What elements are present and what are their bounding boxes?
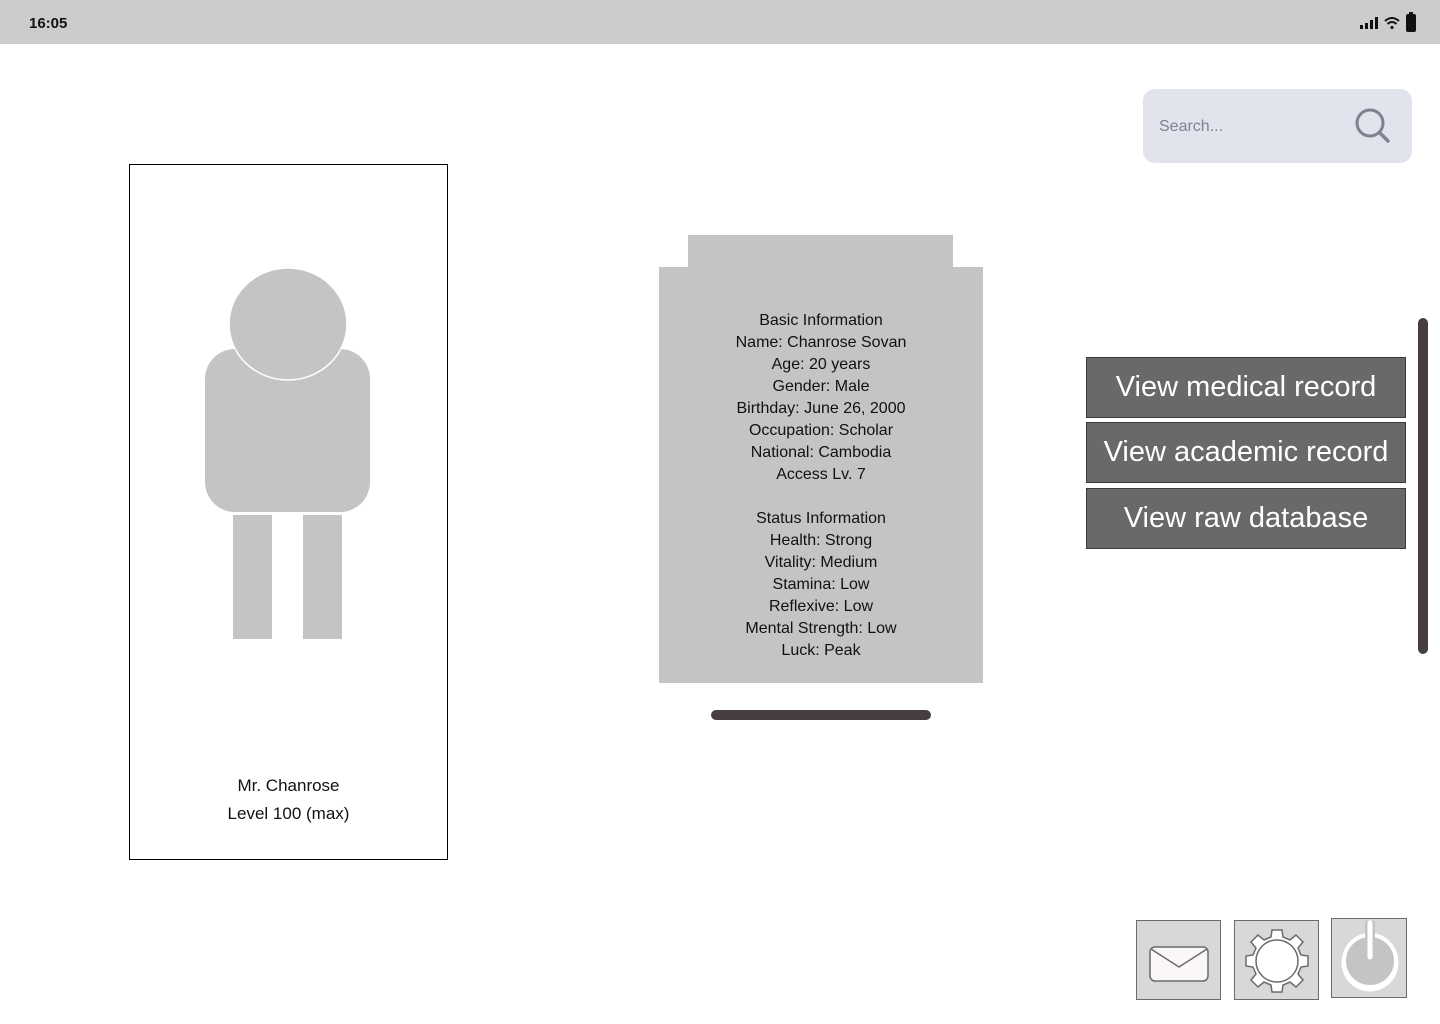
battery-icon	[1406, 12, 1416, 37]
info-spacer	[659, 486, 983, 508]
info-name: Name: Chanrose Sovan	[735, 334, 907, 351]
status-info-title: Status Information	[756, 510, 886, 527]
person-silhouette-icon	[205, 267, 370, 640]
status-icons	[1360, 12, 1416, 37]
info-lines: Basic Information Name: Chanrose Sovan A…	[659, 310, 983, 662]
signal-icon	[1360, 16, 1378, 34]
mail-button[interactable]	[1136, 920, 1221, 1000]
power-button[interactable]	[1331, 918, 1407, 998]
power-icon	[1341, 920, 1399, 992]
info-national: National: Cambodia	[750, 444, 892, 461]
info-occupation: Occupation: Scholar	[748, 422, 894, 439]
status-stamina: Stamina: Low	[772, 576, 870, 593]
info-gender: Gender: Male	[772, 378, 870, 395]
info-panel-tab	[688, 235, 953, 269]
profile-level: Level 100 (max)	[227, 804, 350, 823]
gear-icon	[1245, 929, 1309, 993]
view-academic-record-button[interactable]: View academic record	[1086, 422, 1406, 483]
status-mental-strength: Mental Strength: Low	[745, 620, 897, 637]
status-reflexive: Reflexive: Low	[768, 598, 874, 615]
status-vitality: Vitality: Medium	[764, 554, 878, 571]
search-icon[interactable]	[1353, 106, 1393, 146]
status-luck: Luck: Peak	[781, 642, 861, 659]
profile-card: Mr. Chanrose Level 100 (max)	[129, 164, 448, 860]
status-time: 16:05	[29, 15, 68, 32]
info-birthday: Birthday: June 26, 2000	[736, 400, 906, 417]
info-panel: Basic Information Name: Chanrose Sovan A…	[659, 267, 983, 683]
vertical-scrollbar[interactable]	[1418, 318, 1428, 654]
info-age: Age: 20 years	[771, 356, 871, 373]
basic-info-title: Basic Information	[759, 312, 883, 329]
horizontal-scrollbar[interactable]	[711, 710, 931, 720]
view-medical-record-button[interactable]: View medical record	[1086, 357, 1406, 418]
info-access-level: Access Lv. 7	[776, 466, 866, 483]
search-box	[1143, 89, 1412, 163]
profile-name: Mr. Chanrose	[237, 776, 340, 795]
settings-button[interactable]	[1234, 920, 1319, 1000]
status-bar: 16:05	[0, 0, 1440, 44]
search-input[interactable]	[1157, 111, 1341, 143]
status-health: Health: Strong	[769, 532, 873, 549]
view-raw-database-button[interactable]: View raw database	[1086, 488, 1406, 549]
wifi-icon	[1384, 16, 1400, 34]
mail-icon	[1149, 946, 1209, 982]
